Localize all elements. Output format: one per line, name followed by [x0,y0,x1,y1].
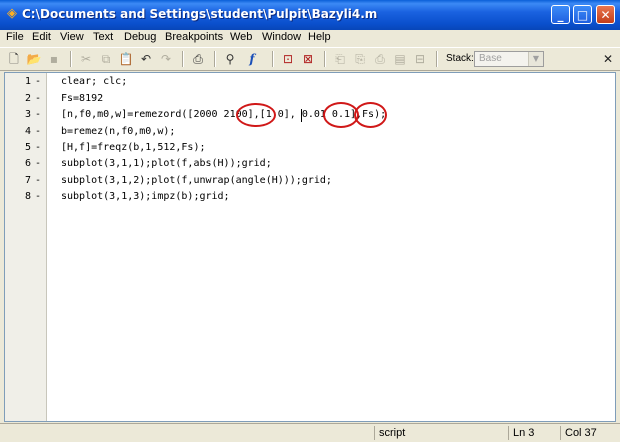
line-marker[interactable]: - [35,91,41,107]
line-number: 5 [24,142,31,153]
maximize-button[interactable]: □ [573,5,592,24]
cut-icon[interactable]: ✂ [78,51,94,67]
line-number: 8 [24,191,31,202]
continue-icon[interactable]: ▤ [392,51,408,67]
clear-breakpoints-icon[interactable]: ⊠ [300,51,316,67]
code-text[interactable]: clear; clc; [61,74,127,90]
print-icon[interactable]: ⎙ [190,51,206,67]
line-number: 4 [24,126,31,137]
status-line: Ln 3 [508,426,558,440]
code-line[interactable]: 1 - clear; clc; [5,74,605,90]
menu-help[interactable]: Help [308,31,331,43]
code-line[interactable]: 6 - subplot(3,1,1);plot(f,abs(H));grid; [5,156,605,172]
annotation-circle [236,103,276,127]
undo-icon[interactable]: ↶ [138,51,154,67]
matlab-logo-icon: ◈ [7,6,17,21]
toolbar-separator [436,51,438,67]
copy-icon[interactable]: ⧉ [98,51,114,67]
toolbar-separator [272,51,274,67]
window-title: C:\Documents and Settings\student\Pulpit… [22,7,378,21]
toolbar-separator [182,51,184,67]
line-marker[interactable]: - [35,140,41,156]
open-folder-icon[interactable]: 📂 [26,51,42,67]
code-editor[interactable]: 1 - clear; clc; 2 - Fs=8192 3 - [n,f0,m0… [4,72,616,422]
menu-window[interactable]: Window [262,31,301,43]
editor-window: ◈ C:\Documents and Settings\student\Pulp… [0,0,620,442]
line-marker[interactable]: - [35,156,41,172]
code-line[interactable]: 7 - subplot(3,1,2);plot(f,unwrap(angle(H… [5,173,605,189]
annotation-circle [354,102,387,128]
code-text[interactable]: b=remez(n,f0,m0,w); [61,124,175,140]
line-number: 6 [24,158,31,169]
code-line[interactable]: 5 - [H,f]=freqz(b,1,512,Fs); [5,140,605,156]
menu-edit[interactable]: Edit [32,31,51,43]
line-number: 1 [24,76,31,87]
text-cursor [301,109,302,122]
set-breakpoint-icon[interactable]: ⊡ [280,51,296,67]
new-file-icon[interactable]: 🗋 [6,51,22,67]
code-text[interactable]: [H,f]=freqz(b,1,512,Fs); [61,140,206,156]
paste-icon[interactable]: 📋 [118,51,134,67]
status-bar: script Ln 3 Col 37 [0,423,620,442]
menu-web[interactable]: Web [230,31,252,43]
line-marker[interactable]: - [35,74,41,90]
stack-dropdown[interactable]: Base ▼ [474,51,544,67]
close-document-icon[interactable]: ✕ [600,51,616,67]
save-icon[interactable]: ▪ [46,51,62,67]
menu-view[interactable]: View [60,31,84,43]
menu-debug[interactable]: Debug [124,31,156,43]
find-binoculars-icon[interactable]: ⚲ [222,51,238,67]
stack-dropdown-value: Base [479,53,502,64]
redo-icon[interactable]: ↷ [158,51,174,67]
step-out-icon[interactable]: ⎙ [372,51,388,67]
exit-debug-icon[interactable]: ⊟ [412,51,428,67]
chevron-down-icon: ▼ [528,52,543,66]
code-line[interactable]: 3 - [n,f0,m0,w]=remezord([2000 2100],[1 … [5,107,605,123]
code-line[interactable]: 8 - subplot(3,1,3);impz(b);grid; [5,189,605,205]
code-text[interactable]: subplot(3,1,1);plot(f,abs(H));grid; [61,156,272,172]
toolbar-separator [214,51,216,67]
function-icon[interactable]: f [244,51,260,67]
line-number: 2 [24,93,31,104]
minimize-button[interactable]: _ [551,5,570,24]
line-marker[interactable]: - [35,124,41,140]
step-in-icon[interactable]: ⎘ [352,51,368,67]
title-bar[interactable]: ◈ C:\Documents and Settings\student\Pulp… [0,0,620,30]
close-button[interactable]: ✕ [596,5,615,24]
step-icon[interactable]: ⎗ [332,51,348,67]
code-text[interactable]: subplot(3,1,3);impz(b);grid; [61,189,230,205]
status-column: Col 37 [560,426,618,440]
menu-file[interactable]: File [6,31,24,43]
line-marker[interactable]: - [35,107,41,123]
toolbar-separator [70,51,72,67]
toolbar-separator [324,51,326,67]
status-mode: script [374,426,506,440]
menu-text[interactable]: Text [93,31,113,43]
code-text[interactable]: Fs=8192 [61,91,103,107]
line-number: 7 [24,175,31,186]
code-line[interactable]: 4 - b=remez(n,f0,m0,w); [5,124,605,140]
menu-bar: File Edit View Text Debug Breakpoints We… [0,30,620,46]
menu-breakpoints[interactable]: Breakpoints [165,31,223,43]
line-marker[interactable]: - [35,173,41,189]
line-number: 3 [24,109,31,120]
toolbar: 🗋 📂 ▪ ✂ ⧉ 📋 ↶ ↷ ⎙ ⚲ f ⊡ ⊠ ⎗ ⎘ ⎙ ▤ ⊟ Stac… [0,47,620,71]
line-marker[interactable]: - [35,189,41,205]
code-text[interactable]: subplot(3,1,2);plot(f,unwrap(angle(H)));… [61,173,332,189]
stack-label: Stack: [446,53,474,64]
code-line[interactable]: 2 - Fs=8192 [5,91,605,107]
